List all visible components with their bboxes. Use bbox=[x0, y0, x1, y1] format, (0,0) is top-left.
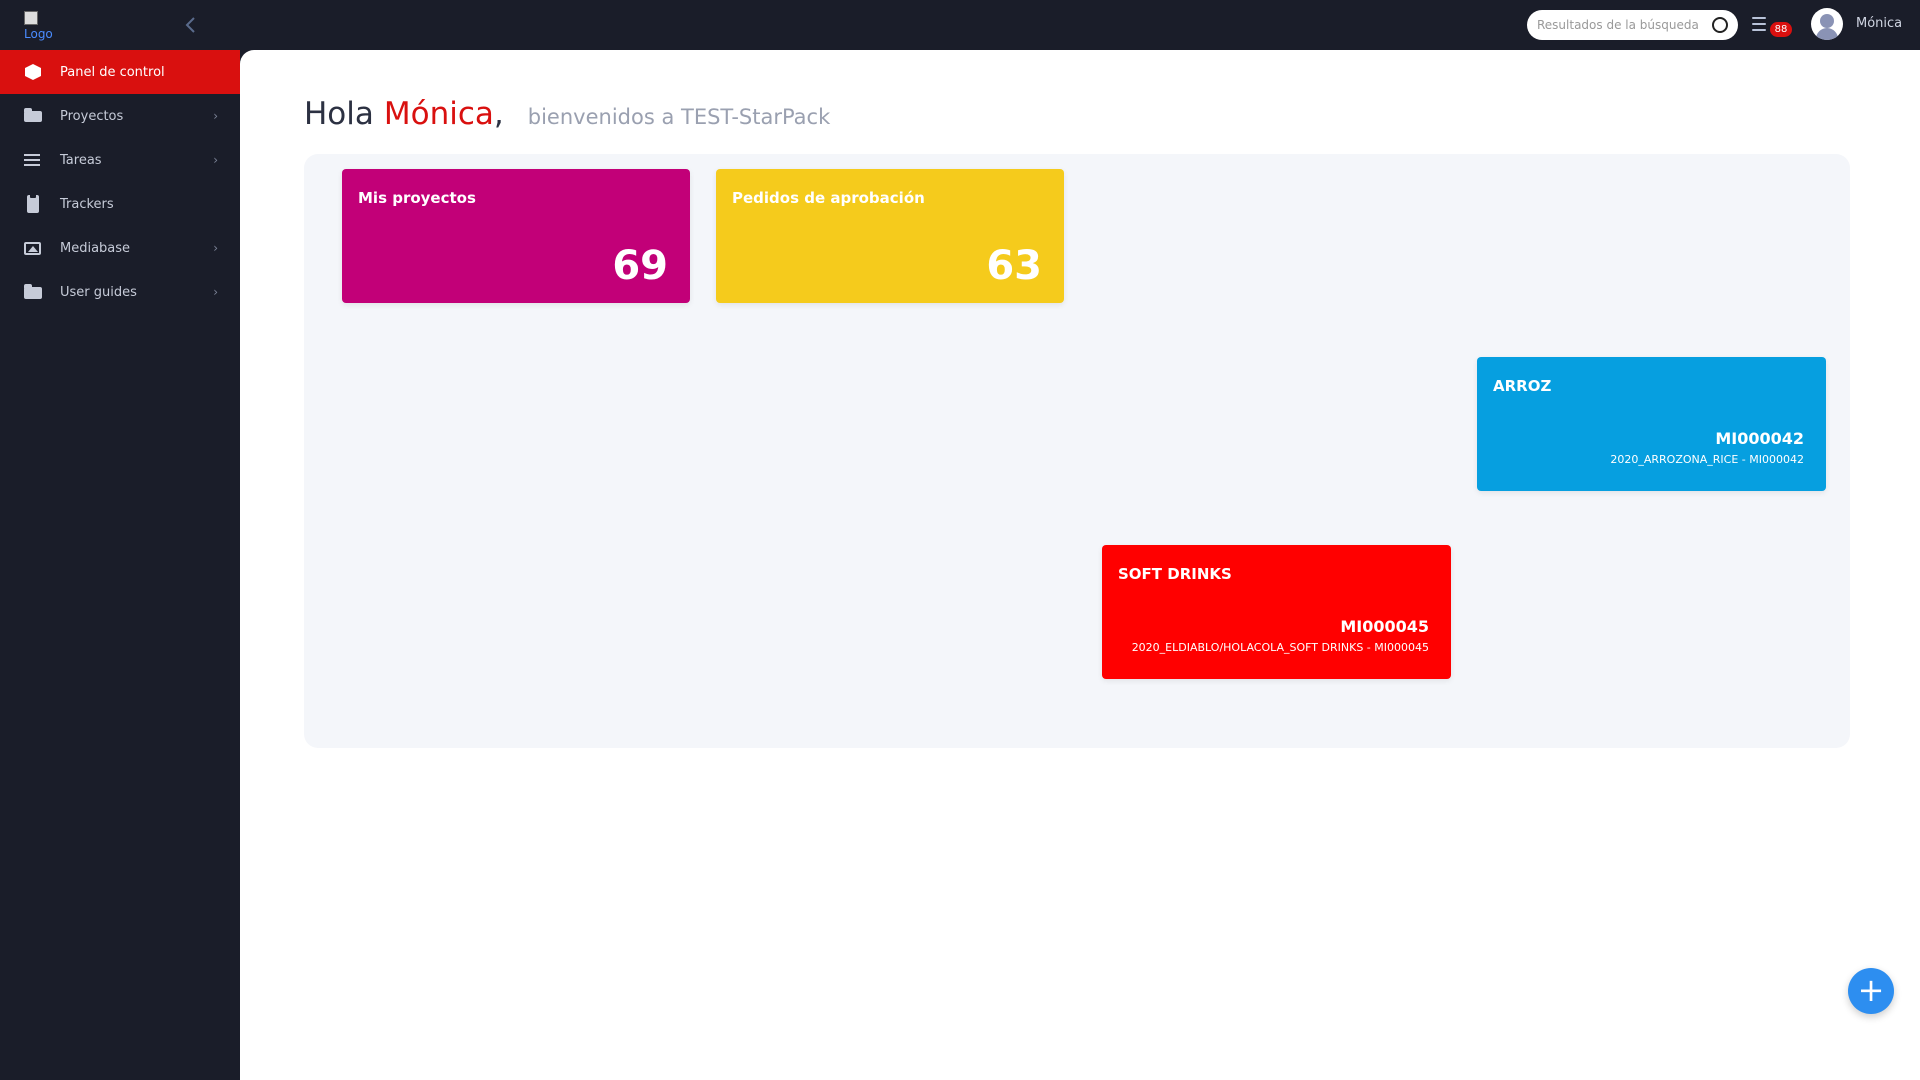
sidebar-item-label: Panel de control bbox=[60, 64, 165, 80]
list-line bbox=[1752, 29, 1766, 31]
greeting-hello: Hola bbox=[304, 96, 374, 132]
add-button[interactable]: + bbox=[1848, 968, 1894, 1014]
avatar-body bbox=[1816, 28, 1838, 40]
cube-icon bbox=[24, 63, 42, 81]
card-title: SOFT DRINKS bbox=[1118, 565, 1232, 583]
folder-icon bbox=[24, 283, 42, 301]
search-box bbox=[1527, 10, 1738, 40]
sidebar: Panel de control Proyectos › Tareas › Tr… bbox=[0, 50, 240, 1080]
card-soft-drinks[interactable]: SOFT DRINKS MI000045 2020_ELDIABLO/HOLAC… bbox=[1102, 545, 1451, 679]
list-line bbox=[1752, 23, 1766, 25]
card-subtitle: 2020_ELDIABLO/HOLACOLA_SOFT DRINKS - MI0… bbox=[1131, 641, 1429, 654]
sidebar-collapse-button[interactable] bbox=[180, 14, 202, 36]
image-icon bbox=[24, 239, 42, 257]
search-input[interactable] bbox=[1537, 18, 1708, 32]
chevron-right-icon: › bbox=[213, 285, 218, 299]
chevron-right-icon: › bbox=[213, 153, 218, 167]
card-title: Mis proyectos bbox=[358, 189, 476, 207]
sidebar-item-tareas[interactable]: Tareas › bbox=[0, 138, 240, 182]
notifications-list-icon[interactable] bbox=[1752, 17, 1766, 31]
greeting-user-name: Mónica bbox=[383, 96, 494, 132]
card-count: 63 bbox=[986, 243, 1042, 289]
sidebar-item-label: Tareas bbox=[60, 152, 102, 168]
avatar-head bbox=[1820, 14, 1834, 28]
greeting-welcome: bienvenidos a TEST-StarPack bbox=[527, 105, 831, 129]
greeting-comma: , bbox=[493, 96, 504, 132]
sidebar-item-label: User guides bbox=[60, 284, 137, 300]
list-icon bbox=[24, 151, 42, 169]
folder-open-icon bbox=[24, 107, 42, 125]
clipboard-icon bbox=[24, 194, 42, 213]
logo[interactable]: Logo bbox=[24, 11, 64, 45]
dashboard-board: Mis proyectos 69 Pedidos de aprobación 6… bbox=[304, 154, 1850, 748]
card-mis-proyectos[interactable]: Mis proyectos 69 bbox=[342, 169, 690, 303]
search-icon[interactable] bbox=[1712, 17, 1728, 33]
sidebar-item-mediabase[interactable]: Mediabase › bbox=[0, 226, 240, 270]
top-bar: Logo 88 Mónica bbox=[0, 0, 1920, 50]
notification-badge: 88 bbox=[1770, 22, 1792, 37]
logo-alt-text: Logo bbox=[24, 27, 53, 41]
main-content: Hola Mónica , bienvenidos a TEST-StarPac… bbox=[240, 50, 1920, 1080]
card-count: 69 bbox=[612, 243, 668, 289]
user-name[interactable]: Mónica bbox=[1856, 16, 1902, 31]
card-code: MI000042 bbox=[1715, 429, 1804, 448]
broken-image-icon bbox=[24, 11, 38, 25]
chevron-right-icon: › bbox=[213, 241, 218, 255]
page-title: Hola Mónica , bienvenidos a TEST-StarPac… bbox=[304, 96, 830, 132]
sidebar-item-user-guides[interactable]: User guides › bbox=[0, 270, 240, 314]
card-title: Pedidos de aprobación bbox=[732, 189, 925, 207]
sidebar-item-label: Trackers bbox=[60, 196, 114, 212]
list-line bbox=[1752, 17, 1766, 19]
card-subtitle: 2020_ARROZONA_RICE - MI000042 bbox=[1610, 453, 1804, 466]
sidebar-item-proyectos[interactable]: Proyectos › bbox=[0, 94, 240, 138]
sidebar-item-trackers[interactable]: Trackers bbox=[0, 182, 240, 226]
card-pedidos-de-aprobacion[interactable]: Pedidos de aprobación 63 bbox=[716, 169, 1064, 303]
sidebar-item-label: Mediabase bbox=[60, 240, 131, 256]
card-arroz[interactable]: ARROZ MI000042 2020_ARROZONA_RICE - MI00… bbox=[1477, 357, 1826, 491]
chevron-left-icon bbox=[185, 17, 195, 33]
user-avatar[interactable] bbox=[1811, 8, 1843, 40]
sidebar-item-label: Proyectos bbox=[60, 108, 124, 124]
chevron-right-icon: › bbox=[213, 109, 218, 123]
sidebar-item-panel-de-control[interactable]: Panel de control bbox=[0, 50, 240, 94]
card-code: MI000045 bbox=[1340, 617, 1429, 636]
card-title: ARROZ bbox=[1493, 377, 1552, 395]
